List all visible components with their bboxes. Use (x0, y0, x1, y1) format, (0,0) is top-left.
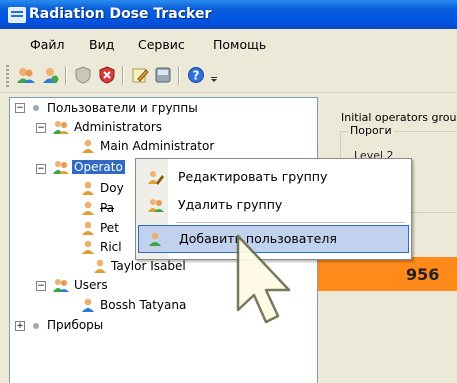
user-icon (80, 138, 96, 154)
group-icon (52, 277, 70, 293)
edit-group-icon (147, 169, 164, 185)
tree-user[interactable]: Pet (100, 221, 119, 235)
add-user-icon (147, 231, 164, 247)
overflow-icon[interactable] (208, 65, 228, 85)
user-icon (80, 180, 96, 196)
menu-edit-group[interactable]: Редактировать группу (138, 163, 409, 191)
toolbar: ? (0, 59, 457, 93)
user-icon[interactable] (40, 65, 60, 85)
user-icon (80, 220, 96, 236)
tree-user[interactable]: Main Administrator (100, 139, 214, 153)
window-title: Radiation Dose Tracker (29, 6, 212, 22)
tree-user[interactable]: Taylor Isabel (111, 259, 186, 273)
tree-group-operators[interactable]: Operato (72, 160, 125, 174)
menu-file[interactable]: Файл (30, 37, 65, 52)
tree-group-administrators[interactable]: Administrators (74, 120, 162, 134)
menu-view[interactable]: Вид (89, 37, 114, 52)
collapse-icon[interactable]: − (36, 281, 46, 291)
collapse-icon[interactable]: − (36, 123, 46, 133)
tree-user[interactable]: Doy (100, 181, 124, 195)
tree-root-users[interactable]: Пользователи и группы (47, 101, 198, 115)
user-icon (80, 297, 96, 313)
tree-user[interactable]: Pa (100, 201, 114, 215)
tree-root-devices[interactable]: Приборы (47, 318, 103, 332)
tree-group-users[interactable]: Users (74, 278, 108, 292)
threshold-value: 956 (406, 265, 440, 284)
group-description: Initial operators grou (341, 111, 457, 124)
tree-user[interactable]: Ricl (100, 240, 122, 254)
root-icon (33, 323, 39, 329)
group-icon (52, 119, 70, 135)
user-icon (92, 258, 108, 274)
shield-icon[interactable] (73, 65, 93, 85)
help-icon[interactable]: ? (186, 65, 206, 85)
mouse-cursor-icon (236, 234, 291, 324)
menu-bar: Файл Вид Сервис Помощь (0, 29, 457, 59)
users-add-icon[interactable] (16, 65, 36, 85)
group-icon (52, 159, 70, 175)
collapse-icon[interactable]: − (36, 164, 46, 174)
thresholds-legend: Пороги (348, 124, 394, 137)
expand-icon[interactable]: + (15, 321, 25, 331)
user-icon (80, 239, 96, 255)
menu-help[interactable]: Помощь (213, 37, 266, 52)
app-window: Radiation Dose Tracker Файл Вид Сервис П… (0, 0, 457, 383)
tree-user[interactable]: Bossh Tatyana (100, 298, 186, 312)
menu-service[interactable]: Сервис (138, 37, 185, 52)
app-icon (8, 7, 26, 23)
root-icon (33, 105, 39, 111)
shield-delete-icon[interactable] (97, 65, 117, 85)
user-icon (80, 200, 96, 216)
title-bar: Radiation Dose Tracker (0, 0, 457, 29)
edit-icon[interactable] (130, 65, 150, 85)
collapse-icon[interactable]: − (15, 103, 25, 113)
menu-delete-group[interactable]: Удалить группу (138, 191, 409, 219)
svg-text:?: ? (193, 69, 200, 83)
delete-group-icon (147, 197, 164, 213)
device-icon[interactable] (153, 65, 173, 85)
toolbar-grip[interactable] (6, 65, 9, 87)
